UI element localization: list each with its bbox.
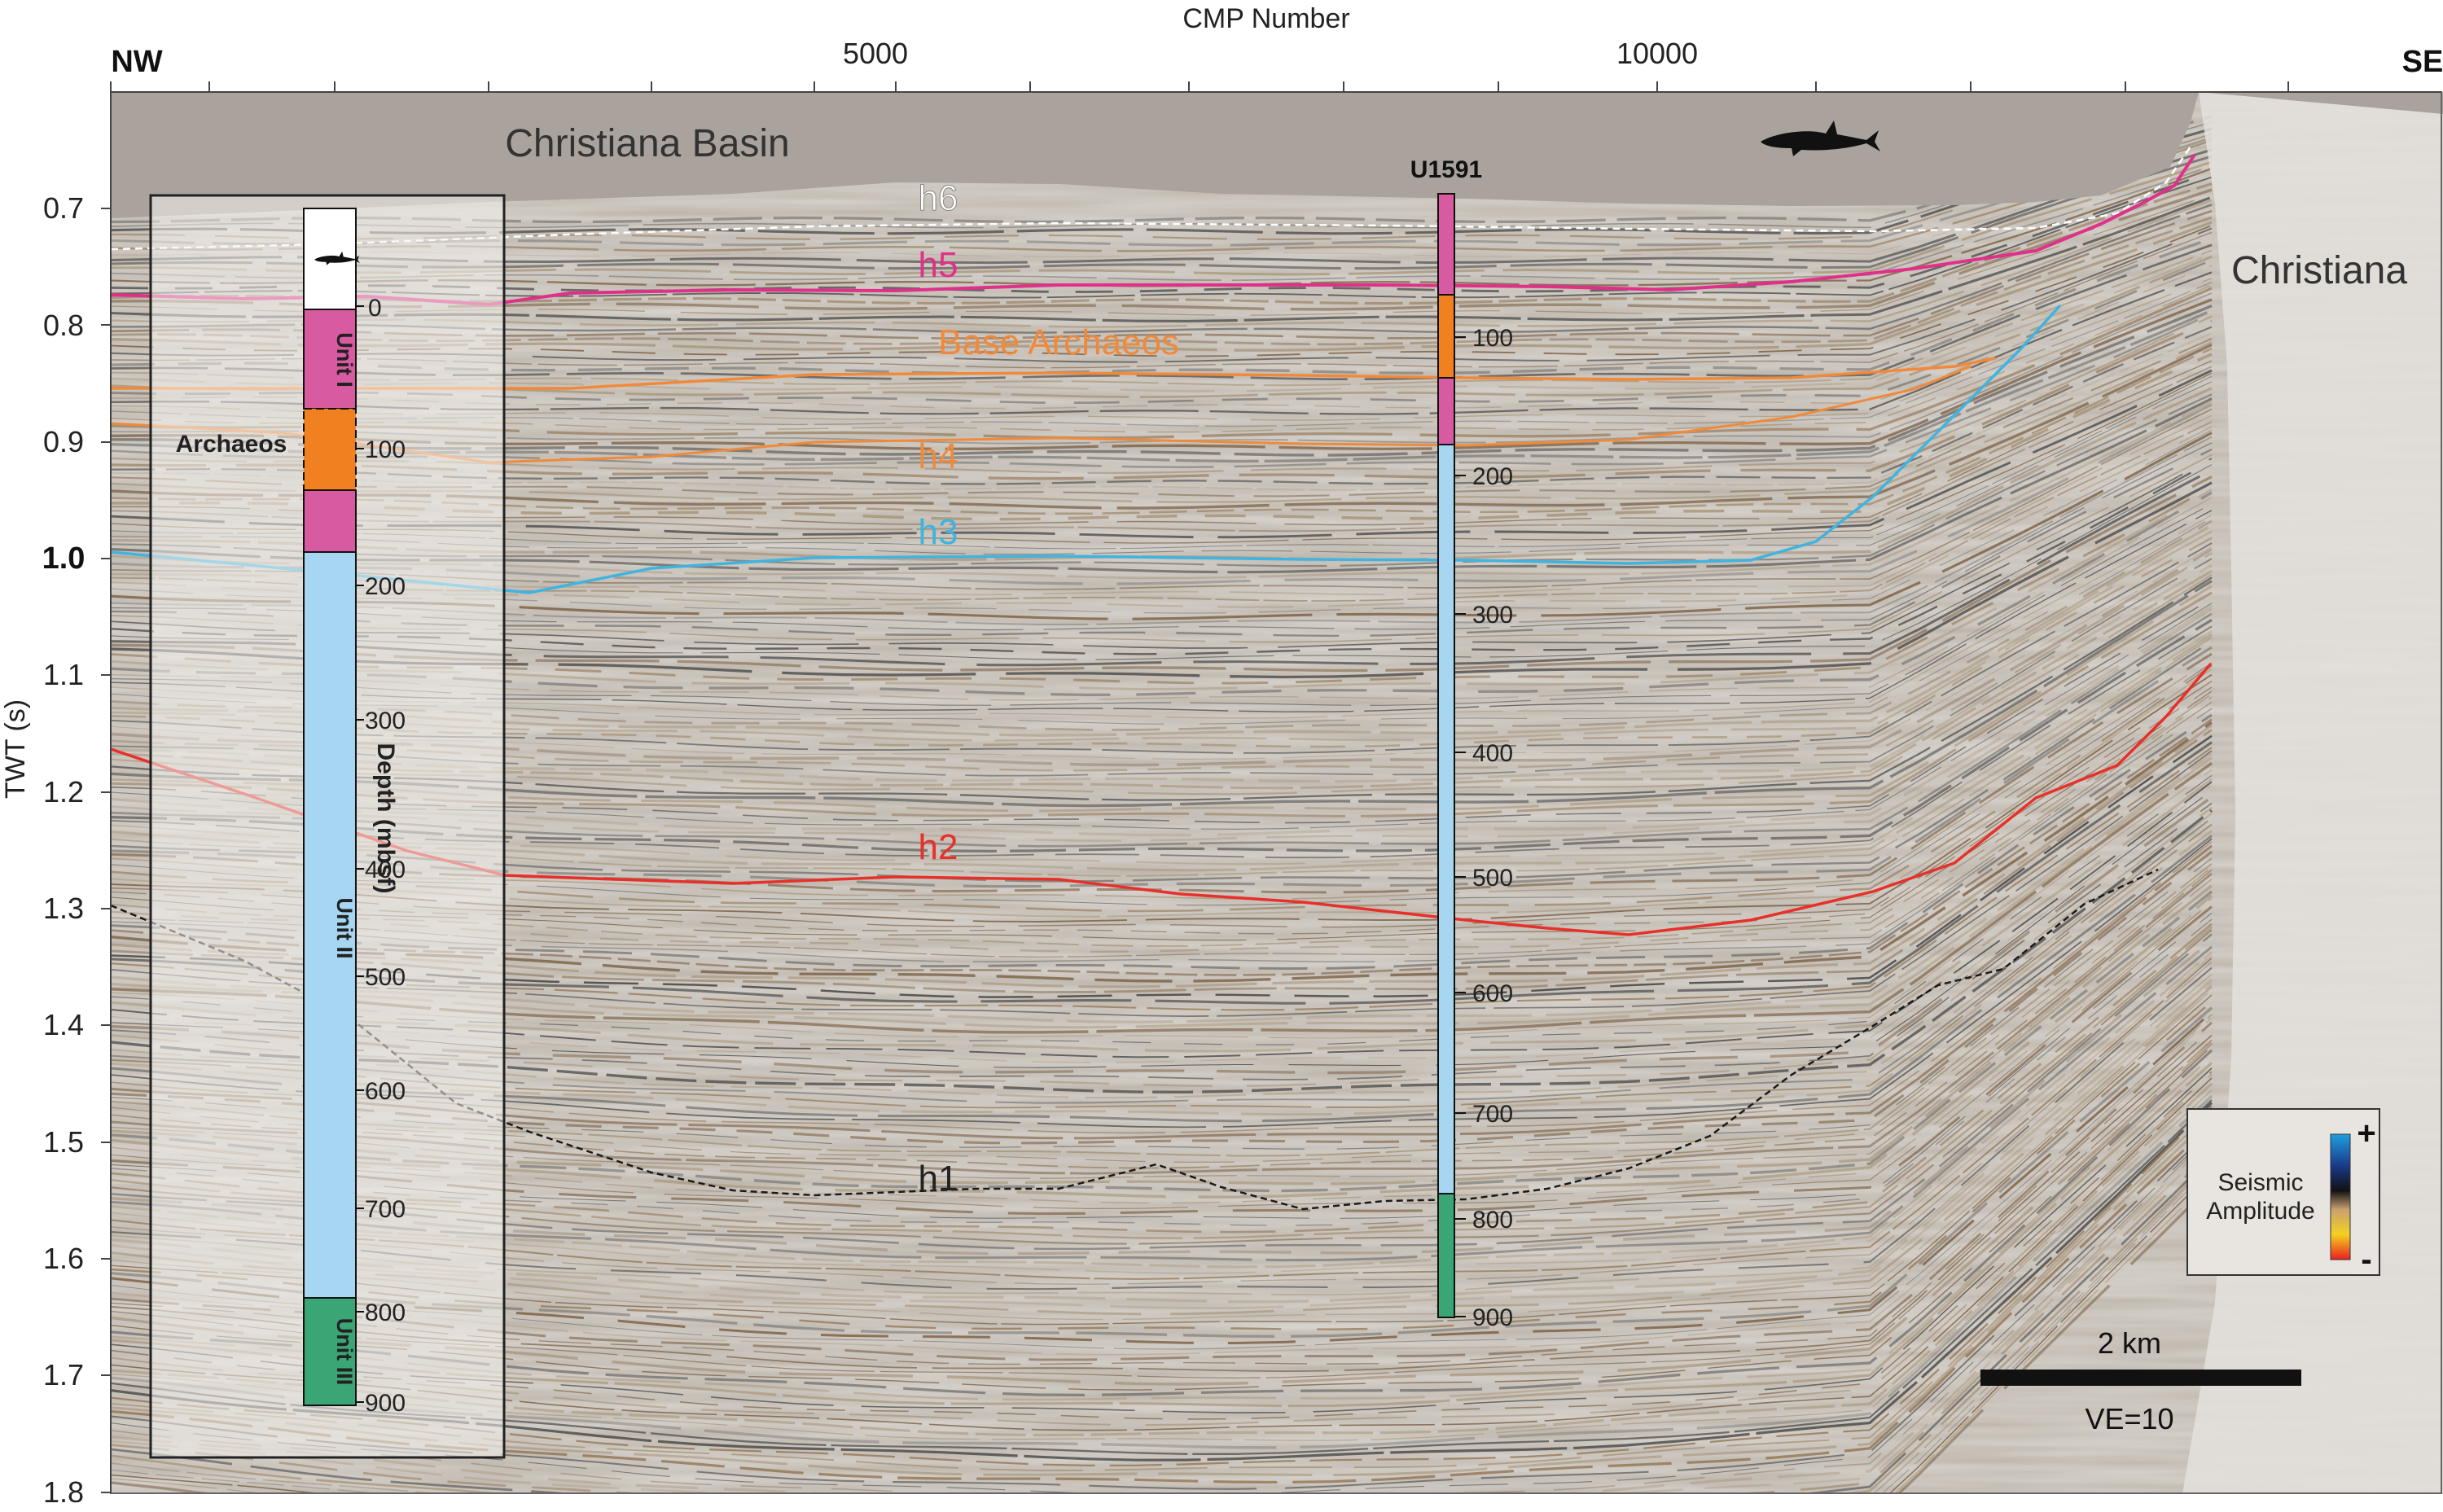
top-axis-tick-5000: 5000 bbox=[843, 37, 908, 70]
scale-bar-line bbox=[1980, 1370, 2301, 1386]
nw-label: NW bbox=[111, 45, 162, 79]
column-depth-tick-700: 700 bbox=[365, 1196, 406, 1223]
top-axis-title: CMP Number bbox=[1182, 3, 1349, 34]
left-axis-tick-1.6: 1.6 bbox=[43, 1242, 84, 1275]
archaeos-label: Archaeos bbox=[176, 431, 287, 458]
well-unit-i-upper bbox=[1437, 193, 1455, 296]
column-depth-tick-600: 600 bbox=[365, 1078, 406, 1105]
column-depth-tick-800: 800 bbox=[365, 1299, 406, 1326]
left-axis: 0.7 0.8 0.9 1.0 1.1 1.2 1.3 1.4 1.5 1.6 … bbox=[0, 92, 112, 1509]
column-unit-iii-label: Unit III bbox=[332, 1318, 357, 1386]
stratigraphic-column-panel: Unit I Unit II Unit III Archaeos Depth (… bbox=[149, 194, 506, 1459]
column-unit-ii-label: Unit II bbox=[332, 898, 357, 959]
amplitude-legend: Seismic Amplitude + - bbox=[2186, 1108, 2380, 1278]
horizon-h5-label: h5 bbox=[919, 245, 958, 285]
column-depth-tick-0: 0 bbox=[368, 295, 382, 322]
column-depth-tick-900: 900 bbox=[365, 1390, 406, 1417]
horizon-h1-label: h1 bbox=[919, 1159, 958, 1199]
left-axis-tick-1.7: 1.7 bbox=[43, 1358, 84, 1391]
left-axis-tick-0.9: 0.9 bbox=[43, 425, 84, 458]
well-u1591-label: U1591 bbox=[1410, 156, 1482, 183]
legend-title-line2: Amplitude bbox=[2206, 1198, 2314, 1225]
well-unit-iii-segment bbox=[1437, 1193, 1455, 1318]
horizon-h4-label: h4 bbox=[919, 436, 958, 476]
well-depth-tick-100: 100 bbox=[1472, 325, 1513, 352]
column-depth-tick-200: 200 bbox=[365, 573, 406, 600]
well-unit-ii-segment bbox=[1437, 444, 1455, 1194]
top-axis: CMP Number 5000 10000 NW SE bbox=[110, 3, 2443, 93]
well-archaeos-segment bbox=[1437, 294, 1455, 379]
left-axis-tick-1.2: 1.2 bbox=[43, 775, 84, 809]
scale-bar-label: 2 km bbox=[2098, 1326, 2161, 1360]
left-axis-tick-1.1: 1.1 bbox=[43, 658, 84, 691]
horizon-h2-label: h2 bbox=[919, 827, 958, 867]
seismic-profile-figure: CMP Number 5000 10000 NW SE 0.7 0.8 0.9 … bbox=[0, 3, 2443, 1509]
well-depth-tick-400: 400 bbox=[1472, 740, 1513, 767]
left-axis-tick-0.7: 0.7 bbox=[43, 191, 84, 225]
left-axis-tick-1.8: 1.8 bbox=[43, 1475, 84, 1509]
left-axis-tick-1.5: 1.5 bbox=[43, 1125, 84, 1159]
vertical-exaggeration-label: VE=10 bbox=[2085, 1402, 2173, 1435]
horizon-h6-label: h6 bbox=[919, 178, 958, 218]
left-axis-tick-0.8: 0.8 bbox=[43, 309, 84, 342]
well-depth-tick-500: 500 bbox=[1472, 865, 1513, 892]
legend-plus: + bbox=[2357, 1115, 2375, 1151]
well-depth-tick-900: 900 bbox=[1472, 1304, 1513, 1331]
column-depth-tick-400: 400 bbox=[365, 857, 406, 883]
left-axis-tick-1.4: 1.4 bbox=[43, 1008, 84, 1041]
well-unit-i-lower bbox=[1437, 377, 1455, 445]
column-unit-i-label: Unit I bbox=[332, 332, 357, 388]
top-axis-tick-10000: 10000 bbox=[1616, 37, 1698, 70]
well-depth-tick-800: 800 bbox=[1472, 1207, 1513, 1234]
column-unit-i-lower bbox=[303, 489, 357, 553]
well-depth-tick-200: 200 bbox=[1472, 463, 1513, 490]
left-axis-tick-1.3: 1.3 bbox=[43, 892, 84, 925]
christiana-label: Christiana bbox=[2231, 249, 2407, 292]
well-depth-tick-600: 600 bbox=[1472, 980, 1513, 1007]
amplitude-colorbar bbox=[2330, 1133, 2351, 1260]
christiana-basin-label: Christiana Basin bbox=[505, 122, 790, 165]
horizon-base-archaeos-label: Base Archaeos bbox=[938, 322, 1179, 362]
left-axis-tick-1.0: 1.0 bbox=[42, 541, 86, 576]
well-depth-tick-300: 300 bbox=[1472, 602, 1513, 629]
column-depth-tick-100: 100 bbox=[365, 436, 406, 463]
legend-minus: - bbox=[2361, 1242, 2371, 1278]
well-depth-tick-700: 700 bbox=[1472, 1101, 1513, 1128]
left-axis-title: TWT (s) bbox=[0, 699, 31, 799]
column-archaeos-segment bbox=[303, 408, 357, 491]
column-depth-tick-500: 500 bbox=[365, 964, 406, 991]
se-label: SE bbox=[2402, 45, 2443, 79]
column-depth-tick-300: 300 bbox=[365, 708, 406, 734]
horizon-h3-label: h3 bbox=[919, 512, 958, 552]
legend-title-line1: Seismic bbox=[2217, 1169, 2303, 1196]
